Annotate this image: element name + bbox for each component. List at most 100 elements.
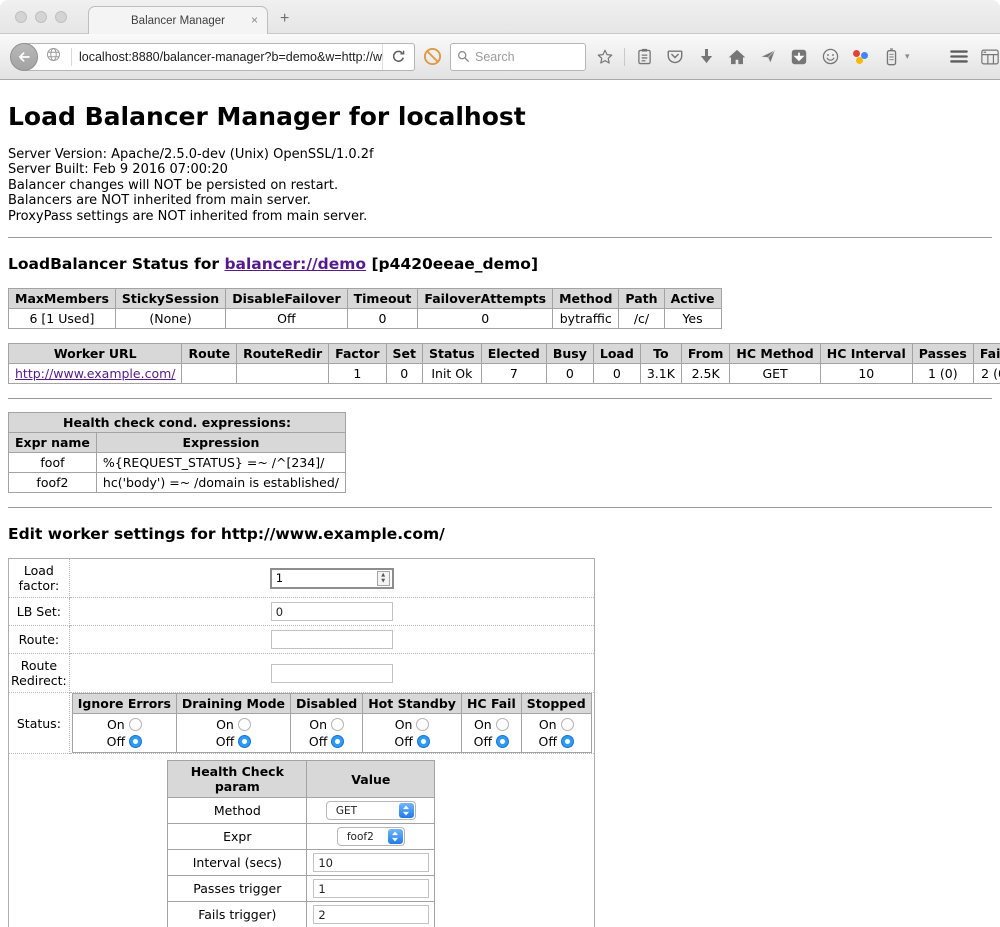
- cell-worker-url: http://www.example.com/: [9, 364, 182, 384]
- hot-standby-off-radio[interactable]: [417, 735, 430, 748]
- arrow-left-icon: [17, 50, 31, 64]
- ignore-errors-on-radio[interactable]: [129, 718, 142, 731]
- colored-dots-extension-icon[interactable]: [852, 49, 869, 65]
- save-to-device-icon[interactable]: [790, 48, 808, 66]
- column-header: To: [640, 344, 681, 364]
- passes-input[interactable]: [313, 879, 429, 898]
- cell-elected: 7: [481, 364, 546, 384]
- stopped-on-radio[interactable]: [561, 718, 574, 731]
- search-icon: [457, 50, 470, 63]
- tab-close-icon[interactable]: ×: [251, 13, 258, 27]
- hc-fails-value: [307, 902, 435, 927]
- balancer-demo-link[interactable]: balancer://demo: [224, 255, 366, 273]
- content-blocker-button[interactable]: [423, 47, 442, 66]
- expr-table-caption: Health check cond. expressions:: [9, 413, 346, 433]
- column-header: HC Method: [730, 344, 820, 364]
- battery-icon[interactable]: [882, 48, 900, 66]
- search-bar[interactable]: [450, 43, 586, 71]
- hc-fail-on-radio[interactable]: [496, 718, 509, 731]
- draining-mode-on-radio[interactable]: [238, 718, 251, 731]
- select-arrows-icon: [388, 829, 403, 844]
- table-header-row: MaxMembers StickySession DisableFailover…: [9, 289, 722, 309]
- home-icon[interactable]: [728, 48, 746, 66]
- hamburger-menu-icon[interactable]: [950, 48, 968, 66]
- reading-list-icon[interactable]: [635, 48, 653, 66]
- bookmark-star-icon[interactable]: [596, 48, 614, 66]
- hc-method-value: GET: [307, 798, 435, 824]
- hc-interval-label: Interval (secs): [168, 850, 307, 876]
- interval-input[interactable]: [313, 853, 429, 872]
- route-redirect-input[interactable]: [271, 664, 393, 683]
- search-input[interactable]: [475, 50, 575, 64]
- page-content: Load Balancer Manager for localhost Serv…: [0, 80, 1000, 927]
- url-text[interactable]: localhost:8880/balancer-manager?b=demo&w…: [79, 50, 382, 64]
- disabled-off-radio[interactable]: [331, 735, 344, 748]
- load-factor-label: Load factor:: [9, 559, 70, 598]
- select-arrows-icon: [399, 803, 414, 818]
- number-stepper-icon[interactable]: ▲▼: [377, 571, 390, 586]
- page-title: Load Balancer Manager for localhost: [8, 102, 992, 131]
- close-window-button[interactable]: [15, 11, 27, 23]
- draining-mode-off-radio[interactable]: [238, 735, 251, 748]
- form-row-route-redirect: Route Redirect:: [9, 654, 595, 693]
- radio-label-off: Off: [538, 733, 556, 750]
- url-bar[interactable]: localhost:8880/balancer-manager?b=demo&w…: [23, 43, 415, 71]
- route-input[interactable]: [271, 630, 393, 649]
- hc-fail-off-radio[interactable]: [496, 735, 509, 748]
- radio-label-off: Off: [216, 733, 234, 750]
- cell-disablefailover: Off: [226, 309, 347, 329]
- downloads-icon[interactable]: [697, 48, 715, 66]
- tab-groups-icon[interactable]: [981, 48, 999, 66]
- cell-expr-name: foof: [9, 453, 97, 473]
- new-tab-button[interactable]: +: [280, 10, 289, 28]
- column-header: Busy: [546, 344, 593, 364]
- tab-balancer-manager[interactable]: Balancer Manager ×: [88, 6, 268, 34]
- hot-standby-on-radio[interactable]: [416, 718, 429, 731]
- back-button[interactable]: [10, 43, 38, 71]
- fails-input[interactable]: [313, 905, 429, 924]
- worker-url-link[interactable]: http://www.example.com/: [15, 366, 175, 381]
- lb-set-input[interactable]: [271, 602, 393, 621]
- url-divider: [71, 48, 72, 66]
- edit-worker-form: Load factor: ▲▼ LB Set: Route: Route Red…: [8, 558, 595, 927]
- column-header: MaxMembers: [9, 289, 116, 309]
- send-tab-icon[interactable]: [759, 48, 777, 66]
- tab-title: Balancer Manager: [131, 15, 225, 27]
- column-header: HC Interval: [820, 344, 912, 364]
- balancer-status-heading: LoadBalancer Status for balancer://demo …: [8, 255, 992, 273]
- column-header: RouteRedir: [237, 344, 329, 364]
- server-info: Server Version: Apache/2.5.0-dev (Unix) …: [8, 147, 992, 224]
- column-header: StickySession: [115, 289, 225, 309]
- column-header: From: [681, 344, 730, 364]
- ignore-errors-off-radio[interactable]: [129, 735, 142, 748]
- balancer-status-table: MaxMembers StickySession DisableFailover…: [8, 288, 722, 329]
- proxypass-note-line: ProxyPass settings are NOT inherited fro…: [8, 209, 992, 224]
- reload-icon: [391, 49, 406, 64]
- form-row-lb-set: LB Set:: [9, 598, 595, 626]
- pocket-icon[interactable]: [666, 48, 684, 66]
- load-factor-input[interactable]: [272, 571, 377, 585]
- browser-window: Balancer Manager × + localhost:8880/bala…: [0, 0, 1000, 927]
- status-col-stopped: Stopped: [521, 694, 591, 714]
- title-bar: Balancer Manager × +: [0, 0, 1000, 34]
- lb-set-cell: [69, 598, 594, 626]
- method-select[interactable]: GET: [326, 801, 416, 820]
- minimize-window-button[interactable]: [35, 11, 47, 23]
- disabled-on-radio[interactable]: [331, 718, 344, 731]
- reload-button[interactable]: [382, 44, 414, 70]
- cell-hc-interval: 10: [820, 364, 912, 384]
- health-check-param-table: Health Check param Value Method GET: [167, 760, 435, 927]
- heading-prefix: LoadBalancer Status for: [8, 255, 224, 273]
- smiley-icon[interactable]: [821, 48, 839, 66]
- stopped-off-radio[interactable]: [561, 735, 574, 748]
- table-caption-row: Health check cond. expressions:: [9, 413, 346, 433]
- hc-passes-label: Passes trigger: [168, 876, 307, 902]
- zoom-window-button[interactable]: [55, 11, 67, 23]
- column-header: Status: [423, 344, 482, 364]
- hc-fail-radios: On Off: [461, 714, 521, 753]
- expr-select[interactable]: foof2: [337, 827, 405, 846]
- cell-passes: 1 (0): [912, 364, 973, 384]
- chevron-down-icon[interactable]: ▾: [905, 51, 910, 62]
- radio-label-off: Off: [107, 733, 125, 750]
- expr-row: foof %{REQUEST_STATUS} =~ /^[234]/: [9, 453, 346, 473]
